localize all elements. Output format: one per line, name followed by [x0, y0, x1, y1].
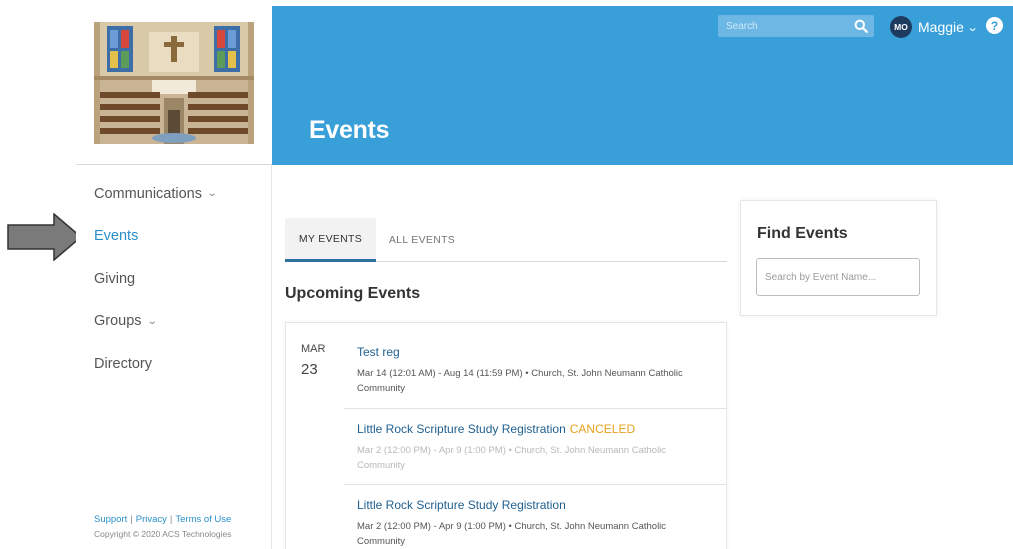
tab-all-events[interactable]: ALL EVENTS	[376, 218, 468, 262]
separator: |	[169, 514, 173, 525]
event-date-month: MAR	[301, 343, 326, 355]
user-menu[interactable]: MO Maggie ⌄	[890, 16, 979, 38]
event-search-input[interactable]	[756, 258, 920, 296]
sidebar-item-label: Groups	[94, 313, 142, 329]
sidebar-item-label: Events	[94, 228, 139, 244]
sidebar-item-label: Directory	[94, 355, 153, 372]
sidebar-divider	[76, 164, 272, 165]
user-name: Maggie	[918, 19, 964, 35]
content-divider	[271, 165, 272, 549]
sidebar-item-label: Communications	[94, 185, 202, 202]
tab-my-events[interactable]: MY EVENTS	[285, 218, 376, 262]
search-input[interactable]	[726, 20, 846, 32]
chevron-down-icon: ⌄	[206, 188, 218, 199]
event-title-link[interactable]: Little Rock Scripture Study Registration	[357, 498, 566, 512]
event-meta: Mar 2 (12:00 PM) - Apr 9 (1:00 PM) • Chu…	[357, 521, 667, 547]
search-icon[interactable]	[854, 19, 868, 33]
terms-link[interactable]: Terms of Use	[175, 514, 231, 525]
event-divider	[344, 484, 727, 485]
event-title-link[interactable]: Test reg	[357, 345, 400, 359]
separator: |	[130, 514, 133, 525]
page-title: Events	[309, 116, 390, 144]
status-badge: CANCELED	[569, 422, 636, 436]
footer-links: Support | Privacy | Terms of Use	[94, 514, 231, 525]
sidebar-nav: Communications ⌄ Events Giving Groups ⌄ …	[94, 183, 218, 396]
event-date-day: 23	[301, 361, 318, 378]
copyright-text: Copyright © 2020 ACS Technologies	[94, 529, 232, 539]
list-item: Little Rock Scripture Study Registration…	[357, 420, 713, 473]
event-tabs: MY EVENTS ALL EVENTS	[285, 218, 727, 262]
privacy-link[interactable]: Privacy	[136, 514, 167, 525]
page-header: MO Maggie ⌄ ? Events	[272, 6, 1013, 165]
event-title-link[interactable]: Little Rock Scripture Study Registration	[357, 422, 566, 436]
list-item: Little Rock Scripture Study Registration…	[357, 496, 713, 549]
find-events-title: Find Events	[757, 225, 848, 242]
events-list: MAR 23 Test reg Mar 14 (12:01 AM) - Aug …	[285, 322, 727, 549]
sidebar-item-communications[interactable]: Communications ⌄	[94, 183, 218, 204]
avatar: MO	[890, 16, 912, 38]
chevron-down-icon: ⌄	[146, 315, 158, 327]
list-item: Test reg Mar 14 (12:01 AM) - Aug 14 (11:…	[357, 343, 713, 396]
event-meta: Mar 2 (12:00 PM) - Apr 9 (1:00 PM) • Chu…	[357, 445, 667, 471]
sidebar-item-label: Giving	[94, 270, 136, 287]
help-icon[interactable]: ?	[986, 17, 1003, 34]
arrow-pointer-icon	[7, 213, 82, 261]
chevron-down-icon: ⌄	[966, 21, 979, 34]
support-link[interactable]: Support	[94, 514, 127, 525]
header-search	[718, 15, 874, 37]
sidebar-item-directory[interactable]: Directory	[94, 353, 216, 374]
event-divider	[344, 408, 727, 409]
section-heading: Upcoming Events	[285, 285, 421, 302]
sidebar-item-giving[interactable]: Giving	[94, 268, 216, 289]
event-meta: Mar 14 (12:01 AM) - Aug 14 (11:59 PM) • …	[357, 368, 683, 394]
sidebar-item-groups[interactable]: Groups ⌄	[94, 311, 216, 332]
church-photo	[94, 22, 254, 144]
find-events-panel: Find Events	[740, 200, 937, 316]
sidebar-item-events[interactable]: Events	[94, 226, 216, 247]
